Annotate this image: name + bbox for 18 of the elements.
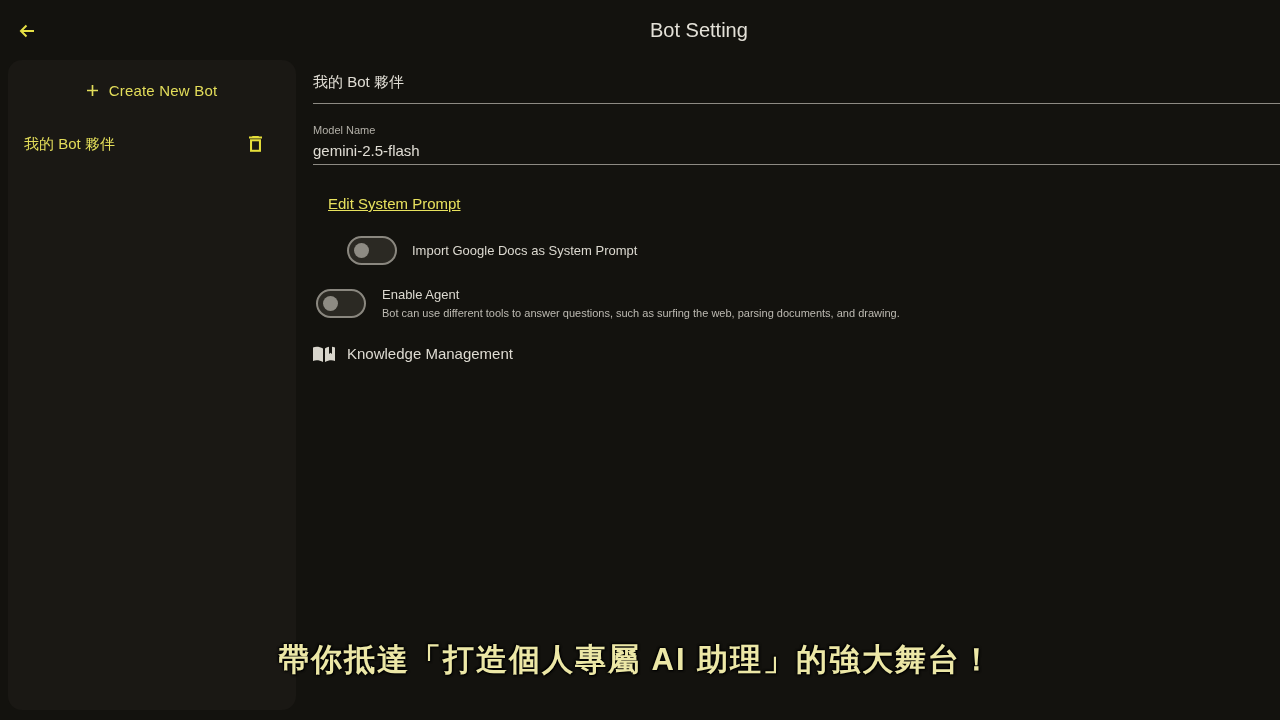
edit-prompt-link[interactable]: Edit System Prompt (328, 195, 461, 213)
toggle-switch[interactable] (316, 289, 366, 318)
back-icon[interactable] (19, 24, 35, 38)
create-bot-button[interactable]: Create New Bot (86, 80, 218, 100)
bot-name-field[interactable]: 我的 Bot 夥伴 (313, 62, 1280, 104)
field-label: Model Name (313, 124, 376, 137)
toggle-label: Import Google Docs as System Prompt (412, 242, 638, 259)
knowledge-management-link[interactable]: Knowledge Management (347, 344, 513, 362)
plus-icon (86, 84, 98, 96)
toggle-description: Bot can use different tools to answer questions, such as surfing the web, parsing documents, and drawing. (382, 306, 900, 320)
model-name-field[interactable]: gemini-2.5-flash (313, 137, 1280, 165)
video-subtitle: 帶你抵達「打造個人專屬 AI 助理」的強大舞台！ (277, 641, 995, 679)
toggle-switch[interactable] (347, 236, 397, 265)
book-icon[interactable] (313, 344, 335, 362)
bot-list-item[interactable]: 我的 Bot 夥伴 (24, 134, 115, 154)
toggle-label: Enable Agent (382, 287, 461, 303)
trash-icon[interactable] (249, 136, 262, 152)
page-title: Bot Setting (650, 18, 748, 42)
